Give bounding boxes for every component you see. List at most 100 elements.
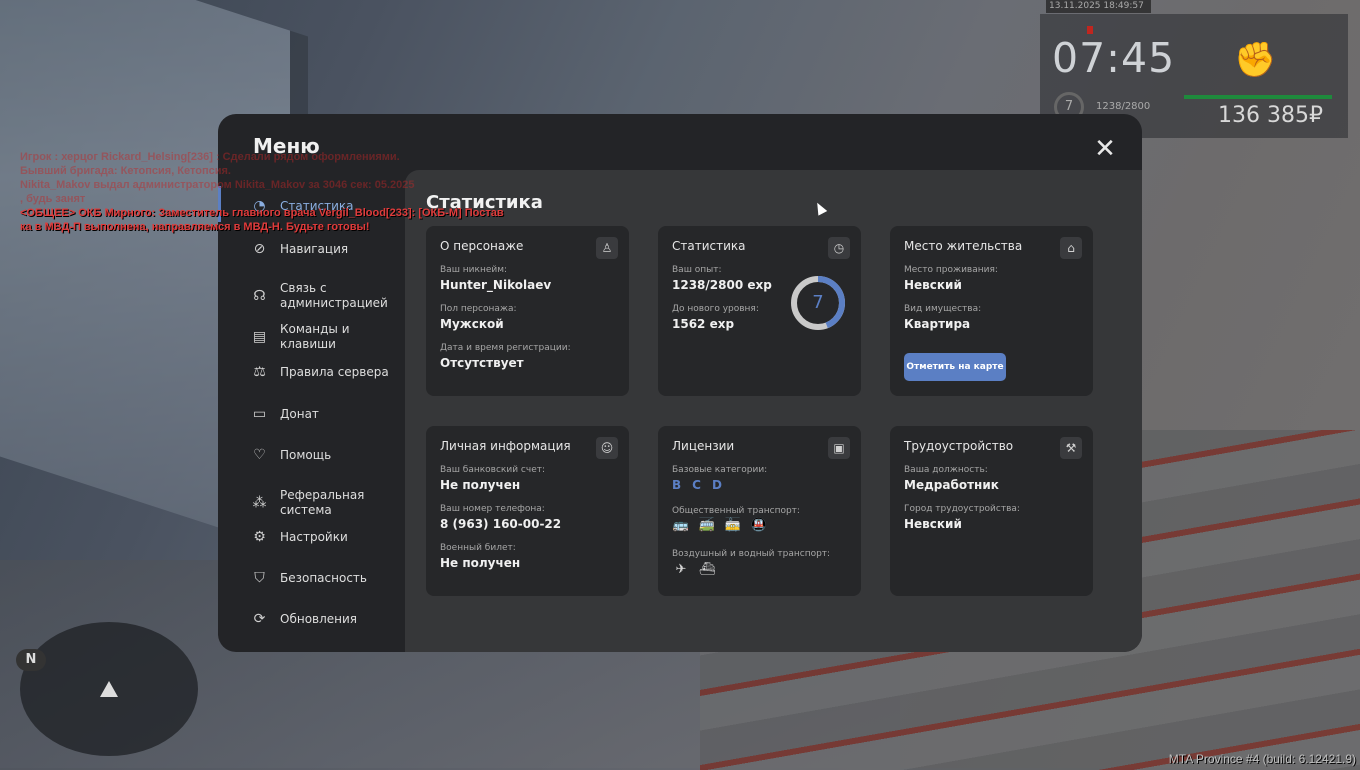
sidebar-item-donate[interactable]: ▭ Донат xyxy=(251,406,319,423)
hud-exp: 1238/2800 xyxy=(1096,101,1151,112)
sidebar-item-settings[interactable]: ⚙ Настройки xyxy=(251,529,348,546)
card-title: Статистика xyxy=(672,239,746,253)
phone-value: 8 (963) 160-00-22 xyxy=(440,517,562,531)
chat-line: ка в МВД-П выполнена, направляемся в МВД… xyxy=(20,221,370,233)
content-area: Статистика О персонаже ♙ Ваш никнейм: Hu… xyxy=(405,170,1142,652)
sidebar-item-navigation[interactable]: ⊘ Навигация xyxy=(251,241,348,258)
sidebar-item-label: Безопасность xyxy=(280,571,367,585)
sidebar-item-updates[interactable]: ⟳ Обновления xyxy=(251,611,357,628)
work-city-value: Невский xyxy=(904,517,962,531)
sidebar-item-label: Правила сервера xyxy=(280,365,389,379)
chat-line: Бывший бригада: Кетопсия, Кетопсия. xyxy=(20,165,231,177)
category-b: B xyxy=(672,478,682,492)
id-card-icon: ▣ xyxy=(828,437,850,459)
sidebar-item-rules[interactable]: ⚖ Правила сервера xyxy=(251,364,389,381)
nick-label: Ваш никнейм: xyxy=(440,265,508,275)
mark-on-map-button[interactable]: Отметить на карте xyxy=(904,353,1006,381)
public-transport-label: Общественный транспорт: xyxy=(672,506,800,516)
sidebar-item-label: Реферальная система xyxy=(280,488,365,517)
sidebar-item-admin-contact[interactable]: ☊ Связь с администрацией xyxy=(251,281,388,311)
shield-icon: ⛉ xyxy=(254,570,265,586)
handshake-icon: ♡ xyxy=(253,447,266,463)
bank-value: Не получен xyxy=(440,478,521,492)
military-label: Военный билет: xyxy=(440,543,516,553)
sidebar-item-label: Команды и клавиши xyxy=(280,322,350,351)
reg-value: Отсутствует xyxy=(440,356,524,370)
place-value: Невский xyxy=(904,278,962,292)
card-character: О персонаже ♙ Ваш никнейм: Hunter_Nikola… xyxy=(426,226,629,396)
document-icon: ▤ xyxy=(252,328,267,345)
license-categories: B C D xyxy=(672,478,722,492)
bank-label: Ваш банковский счет: xyxy=(440,465,546,475)
network-icon: ⁂ xyxy=(252,494,267,511)
chat-line: , будь занят xyxy=(20,193,86,205)
card-personal: Личная информация ☺ Ваш банковский счет:… xyxy=(426,426,629,596)
sidebar: ◔ Статистика ⊘ Навигация ☊ Связь с админ… xyxy=(218,184,405,652)
military-value: Не получен xyxy=(440,556,521,570)
card-title: Личная информация xyxy=(440,439,571,453)
category-c: C xyxy=(692,478,701,492)
plane-icon: ✈ xyxy=(675,562,687,577)
hud-red-mark xyxy=(1087,26,1093,34)
fist-icon: ✊ xyxy=(1234,40,1277,80)
close-icon[interactable]: ✕ xyxy=(1092,136,1118,162)
card-title: Место жительства xyxy=(904,239,1023,253)
category-d: D xyxy=(711,478,722,492)
exp-value: 1238/2800 exp xyxy=(672,278,772,292)
compass-icon: ⊘ xyxy=(253,241,266,257)
user-icon: ♙ xyxy=(596,237,618,259)
bus-icon: 🚌 xyxy=(672,518,690,533)
next-level-label: До нового уровня: xyxy=(672,304,759,314)
card-stats: Статистика ◷ Ваш опыт: 1238/2800 exp До … xyxy=(658,226,861,396)
card-licenses: Лицензии ▣ Базовые категории: B C D Обще… xyxy=(658,426,861,596)
player-arrow-icon xyxy=(100,681,118,697)
sidebar-item-help[interactable]: ♡ Помощь xyxy=(251,447,331,464)
nick-value: Hunter_Nikolaev xyxy=(440,278,552,292)
clock-icon: ◷ xyxy=(828,237,850,259)
sidebar-item-label: Помощь xyxy=(280,448,332,462)
level-value: 7 xyxy=(812,292,824,313)
sidebar-item-commands[interactable]: ▤ Команды и клавиши xyxy=(251,322,350,352)
phone-label: Ваш номер телефона: xyxy=(440,504,545,514)
place-label: Место проживания: xyxy=(904,265,998,275)
health-bar xyxy=(1184,95,1332,99)
property-type-value: Квартира xyxy=(904,317,971,331)
base-categories-label: Базовые категории: xyxy=(672,465,768,475)
card-title: Лицензии xyxy=(672,439,735,453)
headset-icon: ☊ xyxy=(253,287,266,304)
hammer-icon: ⚒ xyxy=(1060,437,1082,459)
air-water-transport-label: Воздушный и водный транспорт: xyxy=(672,549,831,559)
sidebar-item-label: Связь с администрацией xyxy=(280,281,388,310)
hud-datetime: 13.11.2025 18:49:57 xyxy=(1046,0,1151,13)
card-residence: Место жительства ⌂ Место проживания: Нев… xyxy=(890,226,1093,396)
chat-line: Nikita_Makov выдал администратором Nikit… xyxy=(20,179,415,191)
gender-value: Мужской xyxy=(440,317,504,331)
hud-time: 07:45 xyxy=(1052,34,1176,82)
work-city-label: Город трудоустройства: xyxy=(904,504,1020,514)
sidebar-item-referral[interactable]: ⁂ Реферальная система xyxy=(251,488,365,518)
chat-log: Игрок : херцог Rickard_Helsing[236] : Сд… xyxy=(20,150,504,234)
sidebar-item-label: Донат xyxy=(280,407,319,421)
trolleybus-icon: 🚎 xyxy=(698,518,716,533)
air-water-transport-icons: ✈ ⛴ xyxy=(672,561,716,579)
sidebar-item-label: Навигация xyxy=(280,242,349,256)
wallet-icon: ▭ xyxy=(252,406,267,422)
hud-money: 136 385₽ xyxy=(1218,103,1323,128)
sidebar-item-label: Обновления xyxy=(280,612,358,626)
sidebar-item-label: Настройки xyxy=(280,530,348,544)
property-type-label: Вид имущества: xyxy=(904,304,982,314)
public-transport-icons: 🚌 🚎 🚋 🚇 xyxy=(672,517,768,535)
refresh-icon: ⟳ xyxy=(253,611,266,627)
build-info: MTA Province #4 (build: 6.12421.9) xyxy=(1168,752,1356,766)
minimap-north: N xyxy=(16,649,46,671)
home-icon: ⌂ xyxy=(1060,237,1082,259)
exp-label: Ваш опыт: xyxy=(672,265,722,275)
chat-line: <ОБЩЕЕ> ОКБ Мирного: Заместитель главног… xyxy=(20,207,504,219)
boat-icon: ⛴ xyxy=(698,562,716,577)
sidebar-item-security[interactable]: ⛉ Безопасность xyxy=(251,570,367,587)
gear-icon: ⚙ xyxy=(253,529,266,545)
reg-label: Дата и время регистрации: xyxy=(440,343,571,353)
gender-label: Пол персонажа: xyxy=(440,304,517,314)
scales-icon: ⚖ xyxy=(253,364,266,380)
card-title: Трудоустройство xyxy=(904,439,1014,453)
